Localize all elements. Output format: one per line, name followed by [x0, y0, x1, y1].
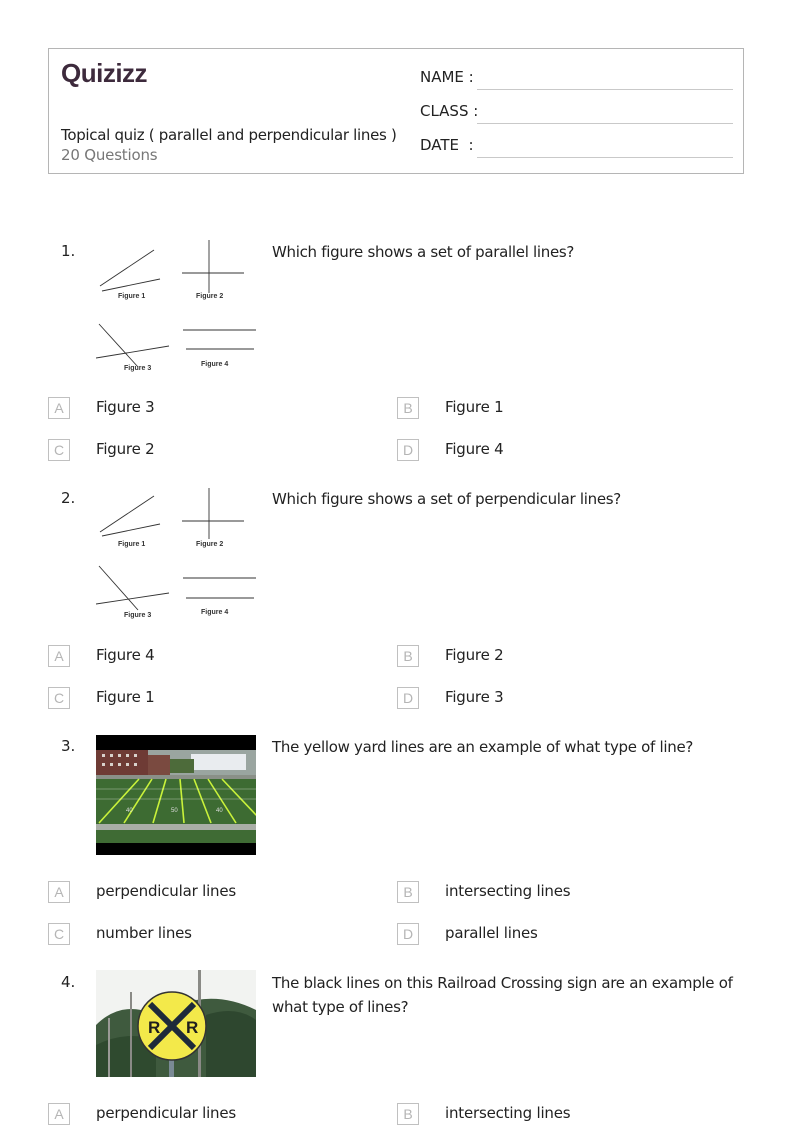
- option-b-text[interactable]: Figure 2: [445, 646, 504, 664]
- option-b-letter[interactable]: B: [397, 1103, 419, 1125]
- option-a-letter[interactable]: A: [48, 645, 70, 667]
- question-number: 3.: [61, 737, 76, 755]
- class-label: CLASS :: [420, 102, 479, 120]
- option-b-text[interactable]: intersecting lines: [445, 882, 571, 900]
- yard-label: 50: [171, 808, 178, 814]
- question-text: The black lines on this Railroad Crossin…: [272, 974, 733, 1016]
- sign-letter: R: [148, 1018, 160, 1037]
- figure-1-label: Figure 1: [118, 541, 145, 548]
- figure-3-label: Figure 3: [124, 612, 151, 619]
- question-text: Which figure shows a set of parallel lin…: [272, 243, 575, 261]
- figure-2-label: Figure 2: [196, 293, 223, 300]
- sign-letter: R: [186, 1018, 198, 1037]
- name-label: NAME :: [420, 68, 474, 86]
- option-d-text[interactable]: Figure 4: [445, 440, 504, 458]
- option-a-letter[interactable]: A: [48, 1103, 70, 1125]
- question-text: Which figure shows a set of perpendicula…: [272, 490, 621, 508]
- option-a-letter[interactable]: A: [48, 881, 70, 903]
- class-field[interactable]: [477, 123, 733, 124]
- yard-label: 40: [126, 808, 133, 814]
- quiz-title: Topical quiz ( parallel and perpendicula…: [61, 126, 397, 144]
- quizizz-logo: Quizizz: [61, 58, 148, 88]
- option-d-text[interactable]: parallel lines: [445, 924, 538, 942]
- option-a-text[interactable]: perpendicular lines: [96, 882, 236, 900]
- figure-2-label: Figure 2: [196, 541, 223, 548]
- option-c-text[interactable]: Figure 1: [96, 688, 155, 706]
- question-number: 1.: [61, 242, 76, 260]
- option-b-letter[interactable]: B: [397, 881, 419, 903]
- figure-4-label: Figure 4: [201, 609, 228, 616]
- option-c-letter[interactable]: C: [48, 439, 70, 461]
- figure-3-label: Figure 3: [124, 365, 151, 372]
- question-number: 2.: [61, 489, 76, 507]
- option-b-letter[interactable]: B: [397, 397, 419, 419]
- option-c-letter[interactable]: C: [48, 687, 70, 709]
- option-a-text[interactable]: Figure 4: [96, 646, 155, 664]
- option-d-letter[interactable]: D: [397, 687, 419, 709]
- option-b-letter[interactable]: B: [397, 645, 419, 667]
- option-c-letter[interactable]: C: [48, 923, 70, 945]
- option-b-text[interactable]: intersecting lines: [445, 1104, 571, 1122]
- figure-4-label: Figure 4: [201, 361, 228, 368]
- option-a-letter[interactable]: A: [48, 397, 70, 419]
- option-c-text[interactable]: number lines: [96, 924, 192, 942]
- figures-diagram-image: Figure 1 Figure 2 Figure 3 Figure 4: [96, 488, 256, 619]
- date-field[interactable]: [477, 157, 733, 158]
- question-number: 4.: [61, 973, 76, 991]
- option-b-text[interactable]: Figure 1: [445, 398, 504, 416]
- worksheet-header: Quizizz Topical quiz ( parallel and perp…: [48, 48, 744, 174]
- date-label: DATE :: [420, 136, 474, 154]
- question-count: 20 Questions: [61, 146, 158, 164]
- name-field[interactable]: [477, 89, 733, 90]
- yard-label: 40: [216, 808, 223, 814]
- question-text: The yellow yard lines are an example of …: [272, 738, 694, 756]
- option-d-text[interactable]: Figure 3: [445, 688, 504, 706]
- figure-1-label: Figure 1: [118, 293, 145, 300]
- option-a-text[interactable]: Figure 3: [96, 398, 155, 416]
- option-c-text[interactable]: Figure 2: [96, 440, 155, 458]
- option-d-letter[interactable]: D: [397, 923, 419, 945]
- football-field-image: 40 50 40: [96, 735, 256, 855]
- option-d-letter[interactable]: D: [397, 439, 419, 461]
- railroad-sign-image: R R: [96, 970, 256, 1077]
- figures-diagram-image: Figure 1 Figure 2 Figure 3 Figure 4: [96, 240, 256, 372]
- option-a-text[interactable]: perpendicular lines: [96, 1104, 236, 1122]
